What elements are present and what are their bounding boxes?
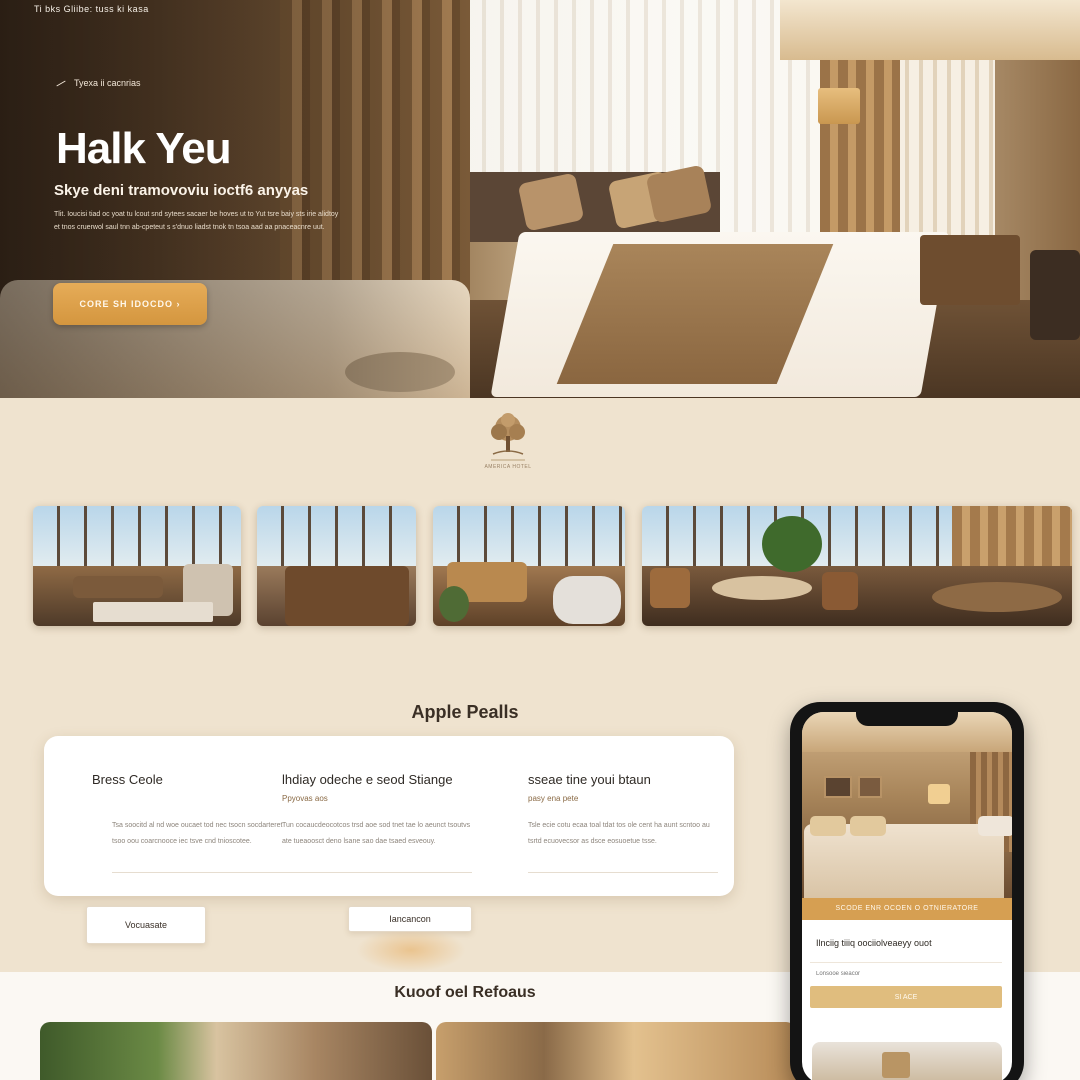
hero-subtitle: Skye deni tramovoviu ioctf6 anyyas	[54, 182, 309, 199]
hero-eyebrow: Tyexa ii cacnrias	[56, 78, 141, 88]
feature-divider	[528, 872, 718, 873]
phone-search-input[interactable]	[810, 962, 1002, 984]
phone-notch	[856, 712, 958, 726]
feature-subtitle: pasy ena pete	[528, 794, 579, 803]
phone-mockup: SCODE ENR OCOEN O OTNIERATORE Ilnciig ti…	[790, 702, 1024, 1080]
gallery-dining-table	[932, 582, 1062, 612]
phone-screen: SCODE ENR OCOEN O OTNIERATORE Ilnciig ti…	[802, 712, 1012, 1080]
gallery-table	[712, 576, 812, 600]
thumbnail-object	[882, 1052, 910, 1078]
secondary-button[interactable]: Vocuasate	[86, 906, 206, 944]
phone-room-painting	[858, 776, 882, 798]
hero-content: Ti bks Gliibe: tuss ki kasa Tyexa ii cac…	[0, 0, 470, 398]
gallery-image[interactable]	[433, 506, 625, 626]
feature-title: sseae tine youi btaun	[528, 772, 651, 787]
gallery-desk	[73, 576, 163, 598]
gallery-reception-desk	[285, 566, 409, 626]
gallery-image[interactable]	[257, 506, 416, 626]
feature-item: lhdiay odeche e seod Stiange Ppyovas aos…	[282, 736, 482, 896]
phone-room-pillow	[978, 816, 1012, 836]
phone-heading: Ilnciig tiiiq oociiolveaeyy ouot	[816, 938, 932, 948]
feature-text: Tsa soocitd al nd woe oucaet tod nec tso…	[112, 822, 283, 845]
gallery-window-frames	[33, 506, 241, 572]
gallery-plant	[439, 586, 469, 622]
feature-text: Tsle ecie cotu ecaa toal tdat tos ole ce…	[528, 822, 710, 845]
phone-room-image	[802, 712, 1012, 898]
phone-banner: SCODE ENR OCOEN O OTNIERATORE	[802, 898, 1012, 920]
feature-item: sseae tine youi btaun pasy ena pete Tsle…	[528, 736, 728, 896]
gallery-plant	[762, 516, 822, 572]
secondary-button[interactable]: Iancancon	[348, 906, 472, 932]
phone-room-lamp	[928, 784, 950, 804]
eyebrow-line	[56, 80, 66, 86]
feature-item: Bress Ceole Tsa soocitd al nd woe oucaet…	[92, 736, 302, 896]
hero-title: Halk Yeu	[56, 124, 232, 173]
phone-room-painting	[824, 776, 852, 798]
hero-chair	[1030, 250, 1080, 340]
feature-title: lhdiay odeche e seod Stiange	[282, 772, 453, 787]
hero-lamp	[818, 88, 860, 124]
features-title: Apple Pealls	[411, 702, 519, 722]
gallery-image[interactable]	[642, 506, 1072, 626]
feature-divider	[282, 872, 472, 873]
phone-room-pillow	[810, 816, 846, 836]
hero-eyebrow-text: Tyexa ii cacnrias	[74, 78, 141, 88]
features-card: Bress Ceole Tsa soocitd al nd woe oucaet…	[44, 736, 734, 896]
phone-room-pillow	[850, 816, 886, 836]
logo-caption: AMERICA HOTEL	[484, 464, 532, 470]
room-card[interactable]	[40, 1022, 432, 1080]
button-glow	[356, 928, 466, 972]
gallery-chair	[553, 576, 621, 624]
feature-title: Bress Ceole	[92, 772, 163, 787]
gallery-armchair	[822, 572, 858, 610]
topbar-text: Ti bks Gliibe: tuss ki kasa	[34, 4, 149, 14]
phone-room-thumbnail[interactable]	[812, 1042, 1002, 1080]
hero-desk	[920, 235, 1020, 305]
gallery-rug	[93, 602, 213, 622]
feature-subtitle: Ppyovas aos	[282, 794, 328, 803]
feature-divider	[112, 872, 302, 873]
feature-text: Tun cocaucdeocotcos trsd aoe sod tnet ta…	[282, 822, 471, 845]
brand-logo: AMERICA HOTEL	[470, 410, 546, 490]
gallery-window-frames	[257, 506, 416, 572]
gallery-image[interactable]	[33, 506, 241, 626]
hero-ceiling	[780, 0, 1080, 60]
gallery-armchair	[650, 568, 690, 608]
phone-submit-button[interactable]: SI ACE	[810, 986, 1002, 1008]
room-card[interactable]	[436, 1022, 796, 1080]
hero-section: Ti bks Gliibe: tuss ki kasa Tyexa ii cac…	[0, 0, 1080, 398]
hero-description: Tlit. Ioucisi tiad oc yoat tu lcout snd …	[54, 211, 339, 231]
hero-sheer-curtain	[895, 60, 995, 250]
tree-logo-icon	[491, 413, 525, 461]
hero-cta-button[interactable]: CORE SH IDOCDO ›	[53, 283, 207, 325]
